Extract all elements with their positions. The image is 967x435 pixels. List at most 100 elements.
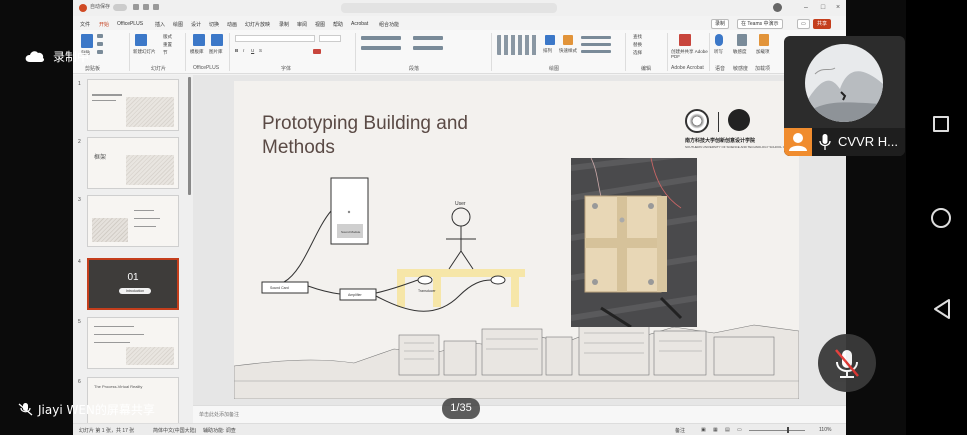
dictate-icon[interactable] [715, 34, 723, 46]
zoom-level[interactable]: 110% [819, 427, 831, 433]
underline-icon[interactable]: U [251, 48, 254, 53]
align-icons[interactable] [361, 46, 401, 50]
select-button[interactable]: 选择 [633, 50, 642, 56]
zoom-slider[interactable] [749, 430, 805, 431]
current-slide[interactable]: Prototyping Building and Methods 南方科技大学创… [234, 81, 799, 399]
slideshow-icon[interactable]: ▭ [737, 427, 742, 433]
font-size-field[interactable] [319, 35, 341, 42]
menu-animations[interactable]: 动画 [227, 21, 237, 28]
redo-icon[interactable] [153, 4, 159, 10]
addins-icon[interactable] [759, 34, 769, 46]
undo-icon[interactable] [143, 4, 149, 10]
home-button[interactable] [931, 208, 951, 228]
participant-name-bar: CVVR H... [784, 128, 905, 156]
transducer-right[interactable] [490, 275, 506, 285]
user-figure [446, 207, 476, 270]
screen: 自动保存 – □ × 文件 开始 OfficePLUS 插入 绘图 设计 切换 … [0, 0, 967, 435]
reading-view-icon[interactable]: ▤ [725, 427, 730, 433]
account-avatar[interactable] [773, 3, 782, 12]
shape-fill-icon[interactable] [581, 36, 611, 39]
shape-outline-icon[interactable] [581, 43, 611, 46]
font-color-icon[interactable] [313, 49, 321, 54]
recent-apps-button[interactable] [933, 116, 949, 132]
list-icons[interactable] [361, 36, 401, 40]
text-direction-icon[interactable] [413, 36, 443, 40]
group-editing: 编辑 [641, 66, 652, 72]
close-icon[interactable]: × [833, 3, 843, 12]
arrange-label: 排列 [543, 48, 552, 53]
menu-view[interactable]: 视图 [315, 21, 325, 28]
menu-combo[interactable]: 组合功能 [379, 21, 399, 28]
mute-button[interactable] [818, 334, 876, 392]
strikethrough-icon[interactable]: S [259, 48, 262, 53]
thumbnails-scrollbar[interactable] [188, 77, 191, 195]
normal-view-icon[interactable]: ▣ [701, 427, 706, 433]
menu-transitions[interactable]: 切换 [209, 21, 219, 28]
amplifier-label: Amplifier [348, 293, 362, 297]
menu-record[interactable]: 录制 [279, 21, 289, 28]
paste-icon[interactable] [81, 34, 93, 48]
shape-effects-icon[interactable] [581, 50, 611, 53]
search-box[interactable] [341, 3, 557, 13]
menu-insert[interactable]: 插入 [155, 21, 165, 28]
participant-tile[interactable]: CVVR H... [784, 36, 905, 156]
replace-button[interactable]: 替换 [633, 42, 642, 48]
menu-help[interactable]: 帮助 [333, 21, 343, 28]
thumb-text-line [94, 334, 144, 335]
cut-icon[interactable] [97, 34, 103, 38]
thumb-text-line [134, 218, 160, 219]
template-library-icon[interactable] [193, 34, 205, 46]
image-library-icon[interactable] [211, 34, 223, 46]
menu-officeplus[interactable]: OfficePLUS [117, 21, 143, 27]
align-text-icon[interactable] [413, 46, 443, 50]
addins-label: 加载项 [756, 49, 770, 54]
slide-sorter-icon[interactable]: ▦ [713, 427, 718, 433]
menu-draw[interactable]: 绘图 [173, 21, 183, 28]
arrange-icon[interactable] [545, 35, 555, 45]
font-name-field[interactable] [235, 35, 315, 42]
quick-styles-icon[interactable] [563, 35, 573, 45]
slide-thumbnail[interactable] [87, 195, 179, 247]
menu-home[interactable]: 开始 [99, 21, 109, 28]
copy-icon[interactable] [97, 42, 103, 46]
reset-button[interactable]: 重置 [163, 42, 172, 48]
slide-thumbnail[interactable] [87, 317, 179, 369]
transducer-left[interactable] [417, 275, 433, 285]
autosave-toggle[interactable] [113, 4, 127, 11]
shapes-gallery[interactable] [497, 35, 539, 55]
slide-thumbnail-selected[interactable]: 01 Introduction [87, 258, 179, 310]
slide-thumbnail[interactable] [87, 79, 179, 131]
menu-file[interactable]: 文件 [80, 21, 90, 28]
bold-icon[interactable]: B [235, 48, 238, 53]
menu-design[interactable]: 设计 [191, 21, 201, 28]
ribbon-separator [355, 33, 356, 71]
accessibility-status[interactable]: 辅助功能: 调查 [203, 427, 236, 434]
present-in-teams-button[interactable]: 在 Teams 中演示 [737, 19, 783, 29]
language-status[interactable]: 简体中文(中国大陆) [153, 427, 196, 434]
recording-indicator: 录制中 [25, 48, 89, 65]
menu-slideshow[interactable]: 幻灯片放映 [245, 21, 270, 28]
find-button[interactable]: 查找 [633, 34, 642, 40]
zoom-slider-thumb[interactable] [787, 427, 789, 433]
italic-icon[interactable]: I [243, 48, 244, 53]
format-painter-icon[interactable] [97, 50, 103, 54]
save-icon[interactable] [133, 4, 139, 10]
create-pdf-icon[interactable] [679, 34, 691, 46]
group-acrobat: Adobe Acrobat [671, 65, 704, 71]
new-slide-icon[interactable] [135, 34, 147, 46]
section-button[interactable]: 节 [163, 50, 168, 56]
comments-button[interactable]: ▭ [797, 19, 810, 29]
layout-button[interactable]: 版式 [163, 34, 172, 40]
menu-acrobat[interactable]: Acrobat [351, 21, 368, 27]
slide-thumbnail[interactable]: 框架 [87, 137, 179, 189]
share-button[interactable]: 共享 [813, 19, 832, 29]
sensitivity-icon[interactable] [737, 34, 747, 46]
notes-toggle[interactable]: 备注 [675, 427, 685, 434]
minimize-icon[interactable]: – [801, 3, 811, 12]
record-button[interactable]: 录制 [711, 19, 730, 29]
prototype-photo[interactable] [571, 158, 697, 327]
maximize-icon[interactable]: □ [818, 3, 828, 12]
menu-review[interactable]: 审阅 [297, 21, 307, 28]
notes-pane[interactable]: 单击此处添加备注 [193, 405, 846, 423]
back-button[interactable] [933, 298, 951, 320]
